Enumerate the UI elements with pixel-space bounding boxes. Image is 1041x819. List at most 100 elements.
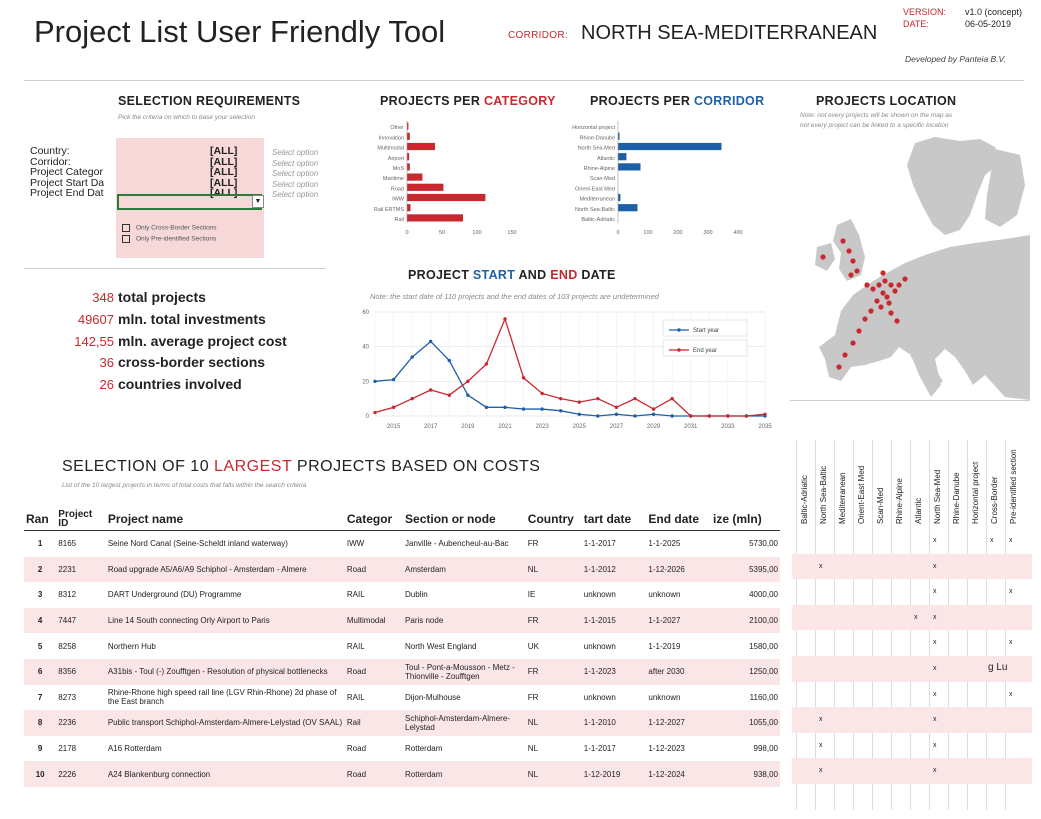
- x-tick-label: 2027: [610, 424, 624, 430]
- legend-label: Start year: [693, 328, 719, 334]
- table-row[interactable]: 10 2226 A24 Blankenburg connection Road Rott…: [24, 761, 780, 787]
- bar: [407, 132, 410, 140]
- project-location-dot: [848, 272, 854, 278]
- flag-mark: x: [819, 767, 823, 775]
- scandinavia-shape: [907, 137, 1000, 235]
- flag-row: xx: [792, 604, 1032, 631]
- column-header: Project name: [105, 508, 345, 531]
- stat-value: 26: [99, 377, 114, 392]
- bar: [407, 153, 410, 161]
- flag-row: x g Lu: [792, 656, 1032, 682]
- series-point: [577, 400, 581, 404]
- stat-label: mln. total investments: [118, 311, 266, 327]
- table-row[interactable]: 1 8165 Seine Nord Canal (Seine-Scheldt inl…: [24, 531, 780, 557]
- table-cell: 4000,00: [749, 590, 778, 600]
- bar-category-label: Baltic-Adriatic: [581, 217, 615, 223]
- table-row[interactable]: 7 8273 Rhine-Rhone high speed rail line (L…: [24, 685, 780, 711]
- bar-category-label: Rhine-Alpine: [584, 166, 616, 172]
- bar: [618, 193, 621, 202]
- table-cell: 3: [37, 590, 43, 600]
- selection-title: SELECTION REQUIREMENTS: [118, 94, 301, 108]
- bar-tick-label: 50: [439, 230, 445, 236]
- checkbox-icon[interactable]: [122, 224, 130, 232]
- table-cell: FR: [525, 658, 582, 685]
- table-cell: North West England: [405, 641, 477, 651]
- series-point: [744, 414, 749, 418]
- bar-category-label: Horizontal project: [572, 125, 615, 131]
- flag-column-header: Scan-Med: [876, 487, 885, 524]
- project-location-dot: [888, 310, 894, 316]
- flag-mark: x: [933, 741, 937, 749]
- x-tick-label: 2025: [573, 424, 587, 430]
- table-cell: 1-1-2019: [648, 641, 681, 651]
- table-cell: 1-12-2027: [646, 710, 712, 736]
- series-point: [466, 393, 470, 397]
- stat-cross-border: 36 cross-border sections: [30, 354, 266, 370]
- table-cell: 1-1-2015: [581, 607, 647, 634]
- table-row[interactable]: 9 2178 A16 Rotterdam Road Rotterdam NL 1-1-201…: [24, 736, 780, 762]
- table-title: SELECTION OF 10 LARGEST PROJECTS BASED O…: [62, 458, 540, 476]
- project-location-dot: [876, 282, 882, 288]
- bar-category-label: Road: [391, 186, 404, 192]
- timeline-title: PROJECT START AND END DATE: [408, 268, 616, 282]
- bar-category-label: Rail ERTMS: [374, 207, 404, 213]
- pre-identified-checkbox[interactable]: Only Pre-identified Sections: [122, 235, 216, 243]
- stat-label: mln. average project cost: [118, 333, 287, 349]
- pre-identified-checkbox-label: Only Pre-identified Sections: [136, 235, 217, 243]
- table-row[interactable]: 3 8312 DART Underground (DU) Programme RAIL…: [24, 582, 780, 608]
- project-location-dot: [842, 352, 848, 358]
- table-cell: Schiphol-Amsterdam-Almere-Lelystad: [403, 710, 526, 736]
- bar-category-label: Innovation: [379, 135, 404, 141]
- flag-column-header: Pre-identified section: [1009, 449, 1018, 524]
- table-cell: unknown: [583, 641, 616, 651]
- project-location-dot: [854, 268, 860, 274]
- table-cell: 2100,00: [711, 607, 780, 634]
- series-point: [577, 412, 581, 416]
- table-cell: Line 14 South connecting Orly Airport to…: [105, 607, 345, 634]
- table-cell: Dublin: [405, 590, 428, 600]
- project-location-dot: [894, 318, 900, 324]
- chevron-down-icon[interactable]: ▼: [252, 195, 264, 208]
- series-point: [521, 376, 526, 380]
- table-row[interactable]: 5 8258 Northern Hub RAIL North West England U…: [24, 633, 780, 659]
- flag-column-header: Horizontal project: [971, 461, 980, 524]
- table-cell: 8356: [56, 658, 106, 685]
- bar-category-label: MoS: [393, 166, 405, 172]
- cross-border-checkbox[interactable]: Only Cross-Border Sections: [122, 224, 217, 232]
- flag-mark: x: [933, 639, 937, 647]
- series-point: [707, 414, 711, 418]
- bar-category-label: Rail: [395, 217, 404, 223]
- stat-total-investments: 49607 mln. total investments: [30, 311, 266, 327]
- table-cell: Toul - Pont-a-Mousson - Metz - Thionvill…: [403, 658, 526, 685]
- series-point: [503, 317, 507, 321]
- table-cell: Janville - Aubencheul-au-Bac: [405, 539, 509, 549]
- timeline-title-end: END: [550, 268, 578, 282]
- table-row[interactable]: 6 8356 A31bis - Toul (-) Zoufftgen - Resol…: [24, 658, 780, 685]
- x-tick-label: 2015: [387, 424, 401, 430]
- table-cell: NL: [525, 556, 582, 583]
- table-row[interactable]: 4 7447 Line 14 South connecting Orly Airpo…: [24, 607, 780, 634]
- series-point: [559, 409, 563, 413]
- location-title: PROJECTS LOCATION: [816, 94, 957, 108]
- table-cell: 8273: [58, 692, 77, 702]
- project-location-dot: [880, 290, 886, 296]
- table-cell: 1-1-2023: [581, 658, 647, 685]
- column-header: tart date: [581, 508, 647, 531]
- table-row[interactable]: 8 2236 Public transport Schiphol-Amsterdam…: [24, 710, 780, 736]
- series-point: [391, 377, 396, 382]
- table-row[interactable]: 2 2231 Road upgrade A5/A6/A9 Schiphol - Am…: [24, 556, 780, 583]
- bar-tick-label: 0: [616, 230, 619, 236]
- cross-border-checkbox-label: Only Cross-Border Sections: [136, 224, 217, 232]
- bar-category-label: Maritime: [383, 176, 404, 182]
- project-location-dot: [836, 364, 842, 370]
- series-point: [596, 396, 600, 401]
- bar-category-label: Mediterranean: [580, 197, 615, 203]
- project-location-dot: [856, 328, 862, 334]
- table-cell: 1-12-2026: [646, 556, 712, 583]
- table-cell: NL: [525, 761, 582, 787]
- table-title-rest: PROJECTS BASED ON COSTS: [291, 458, 541, 475]
- checkbox-icon[interactable]: [122, 235, 130, 243]
- country-select[interactable]: [ALL]: [210, 146, 237, 157]
- timeline-title-text: PROJECT: [408, 268, 473, 282]
- project-location-dot: [820, 254, 826, 260]
